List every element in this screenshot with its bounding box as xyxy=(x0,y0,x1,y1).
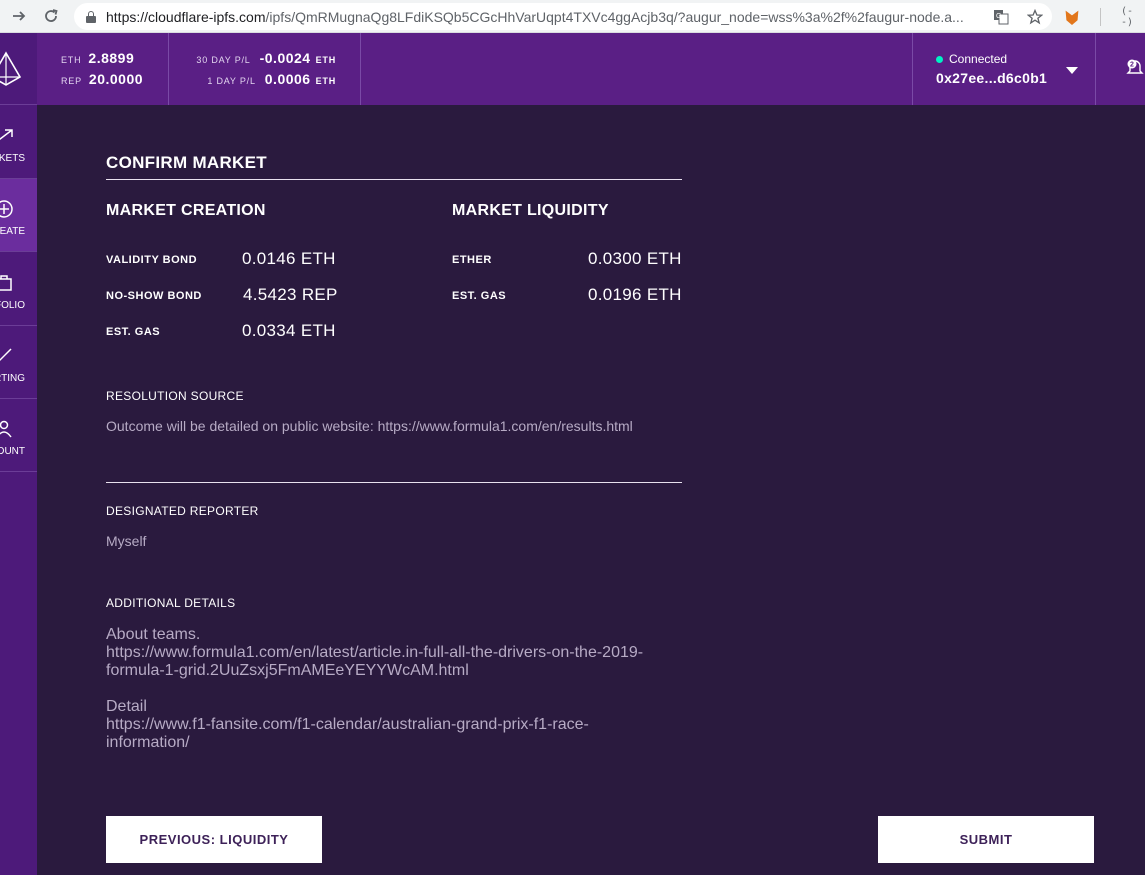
pl-1-value: 0.0006 xyxy=(264,71,311,87)
creation-gas-key: EST. GAS xyxy=(106,326,161,338)
sidebar-item-account[interactable]: ACCOUNT xyxy=(0,399,37,472)
forward-arrow-icon[interactable] xyxy=(8,5,30,27)
no-show-bond-value: 4.5423 REP xyxy=(243,285,338,304)
liquidity-gas-key: EST. GAS xyxy=(452,290,507,302)
eth-balance-value: 2.8899 xyxy=(88,50,135,66)
augur-logo-icon xyxy=(0,51,22,86)
url-host: https://cloudflare-ipfs.com xyxy=(106,8,266,25)
browser-toolbar: https://cloudflare-ipfs.com/ipfs/QmRMugn… xyxy=(0,0,1145,33)
chevron-down-icon[interactable] xyxy=(1066,67,1078,74)
toolbar-divider xyxy=(1099,8,1101,26)
sidebar-item-markets[interactable]: MARKETS xyxy=(0,106,37,179)
details-line: formula-1-grid.2UuZsxj5FmAMEeYEYYWcAM.ht… xyxy=(106,662,469,679)
connected-status-dot xyxy=(936,56,943,63)
pl-1-key: 1 DAY P/L xyxy=(207,76,256,86)
validity-bond-value: 0.0146 ETH xyxy=(242,249,336,268)
resolution-source-text: Outcome will be detailed on public websi… xyxy=(106,418,633,434)
validity-bond-key: VALIDITY BOND xyxy=(106,254,198,266)
confirm-market-panel: CONFIRM MARKET MARKET CREATION MARKET LI… xyxy=(37,105,1145,875)
profit-loss-block: 30 DAY P/L -0.0024 ETH 1 DAY P/L 0.0006 … xyxy=(169,33,361,105)
svg-text:G: G xyxy=(996,13,1001,20)
url-path: /ipfs/QmRMugnaQg8LFdiKSQb5CGcHhVarUqpt4T… xyxy=(265,8,964,25)
metamask-icon[interactable] xyxy=(1065,10,1079,25)
market-creation-title: MARKET CREATION xyxy=(106,202,266,219)
account-address: 0x27ee...d6c0b1 xyxy=(936,70,1048,86)
sidebar-label-portfolio: PORTFOLIO xyxy=(0,300,25,311)
lock-icon xyxy=(86,10,96,23)
resolution-source-label: RESOLUTION SOURCE xyxy=(106,389,244,403)
pl-30-value: -0.0024 xyxy=(259,50,311,66)
trend-arrow-icon xyxy=(0,129,13,140)
creation-gas-value: 0.0334 ETH xyxy=(242,321,336,340)
sidebar: MARKETS CREATE PORTFOLIO REPORTING ACCOU… xyxy=(0,33,37,875)
ether-value: 0.0300 ETH xyxy=(588,249,682,268)
details-line: https://www.f1-fansite.com/f1-calendar/a… xyxy=(106,716,589,733)
augur-app: MARKETS CREATE PORTFOLIO REPORTING ACCOU… xyxy=(0,33,1145,875)
notifications-bell-icon[interactable]: 2 xyxy=(1125,57,1145,77)
reporting-icon xyxy=(0,348,12,362)
portfolio-icon xyxy=(0,275,12,291)
sidebar-item-create[interactable]: CREATE xyxy=(0,179,37,252)
account-selector[interactable]: Connected 0x27ee...d6c0b1 xyxy=(912,33,1096,105)
star-icon[interactable] xyxy=(1024,6,1046,28)
address-bar[interactable]: https://cloudflare-ipfs.com/ipfs/QmRMugn… xyxy=(74,3,1052,30)
sidebar-label-account: ACCOUNT xyxy=(0,446,25,457)
notification-count: 2 xyxy=(1130,62,1134,69)
sidebar-label-create: CREATE xyxy=(0,226,25,237)
market-liquidity-title: MARKET LIQUIDITY xyxy=(452,202,609,219)
additional-details-label: ADDITIONAL DETAILS xyxy=(106,596,236,610)
sidebar-item-reporting[interactable]: REPORTING xyxy=(0,326,37,399)
additional-details-block-2: Detail https://www.f1-fansite.com/f1-cal… xyxy=(106,698,666,752)
designated-reporter-text: Myself xyxy=(106,533,147,549)
details-line: information/ xyxy=(106,734,190,751)
sidebar-item-portfolio[interactable]: PORTFOLIO xyxy=(0,253,37,326)
details-line: Detail xyxy=(106,698,147,715)
additional-details-block-1: About teams. https://www.formula1.com/en… xyxy=(106,626,666,680)
rep-balance-key: REP xyxy=(61,76,82,86)
top-bar: ETH 2.8899 REP 20.0000 30 DAY P/L -0.002… xyxy=(37,33,1145,105)
pl-30-unit: ETH xyxy=(315,55,336,65)
translate-icon[interactable]: G xyxy=(990,6,1012,28)
title-divider xyxy=(106,179,682,180)
connection-status: Connected xyxy=(949,52,1008,66)
sidebar-label-markets: MARKETS xyxy=(0,153,25,164)
url-text[interactable]: https://cloudflare-ipfs.com/ipfs/QmRMugn… xyxy=(106,9,986,25)
details-line: https://www.formula1.com/en/latest/artic… xyxy=(106,644,644,661)
extension-icon[interactable]: (--) xyxy=(1121,6,1145,28)
eth-balance-key: ETH xyxy=(61,55,82,65)
rep-balance-value: 20.0000 xyxy=(88,71,144,87)
pl-1-unit: ETH xyxy=(315,76,336,86)
augur-logo[interactable] xyxy=(0,33,37,105)
plus-circle-icon xyxy=(0,200,13,218)
previous-liquidity-button[interactable]: PREVIOUS: LIQUIDITY xyxy=(106,816,322,863)
reload-icon[interactable] xyxy=(40,5,62,27)
details-line: About teams. xyxy=(106,626,201,643)
ether-key: ETHER xyxy=(452,254,492,266)
account-icon xyxy=(0,420,12,438)
balances-block: ETH 2.8899 REP 20.0000 xyxy=(37,33,169,105)
no-show-bond-key: NO-SHOW BOND xyxy=(106,290,202,302)
pl-30-key: 30 DAY P/L xyxy=(196,55,251,65)
designated-reporter-label: DESIGNATED REPORTER xyxy=(106,504,259,518)
sidebar-label-reporting: REPORTING xyxy=(0,373,25,384)
page-title: CONFIRM MARKET xyxy=(106,153,267,172)
submit-button[interactable]: SUBMIT xyxy=(878,816,1094,863)
liquidity-gas-value: 0.0196 ETH xyxy=(588,285,682,304)
section-divider xyxy=(106,482,682,483)
